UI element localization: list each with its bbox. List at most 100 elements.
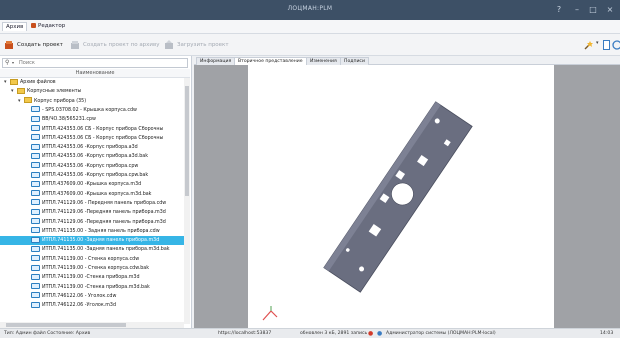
tree-item[interactable]: ИТПЛ.741135.00 -Задняя панель прибора.m3… <box>0 236 184 246</box>
tree-item[interactable]: ИТПЛ.424353.06 СБ - Корпус прибора Сборо… <box>0 134 184 143</box>
model-viewer[interactable] <box>194 65 620 328</box>
archive-tree-panel: ⚲ ▾ Наименование ▾Архив файлов▾Корпусные… <box>0 56 192 328</box>
file-icon <box>31 162 40 169</box>
tree-item[interactable]: ИТПЛ.741135.00 -Задняя панель прибора.m3… <box>0 245 184 254</box>
upload-project-button[interactable]: Загрузить проект <box>164 39 229 51</box>
file-icon <box>31 106 40 113</box>
file-icon <box>31 171 40 178</box>
tree-item-label: ИТПЛ.746122.06 -Уголок.m3d <box>42 303 117 309</box>
search-box: ⚲ ▾ <box>2 58 188 68</box>
file-icon <box>31 115 40 122</box>
tree-item-label: ИТПЛ.741129.06 -Передняя панель прибора.… <box>42 210 166 216</box>
scrollbar-thumb[interactable] <box>6 323 126 327</box>
file-icon <box>31 134 40 141</box>
axis-triad-icon <box>262 306 278 321</box>
status-user: Тип: Админ файл Состояние: Архив <box>4 331 91 336</box>
create-from-archive-button[interactable]: Создать проект по архиву <box>70 39 160 51</box>
tree-item[interactable]: ИТПЛ.746122.06 -Уголок.m3d <box>0 301 184 310</box>
file-icon <box>31 227 40 234</box>
tree-item[interactable]: ИТПЛ.437609.00 -Крышка корпуса.m3d <box>0 180 184 189</box>
file-icon <box>31 264 40 271</box>
tree-item-label: ВВ/ЧО.38/565231.cpw <box>42 117 96 123</box>
file-icon <box>31 255 40 262</box>
tree-item[interactable]: ВВ/ЧО.38/565231.cpw <box>0 115 184 124</box>
help-icon[interactable]: ? <box>552 3 566 17</box>
search-options-chevron-icon[interactable]: ▾ <box>12 59 14 67</box>
search-icon: ⚲ <box>5 59 10 66</box>
tab-info[interactable]: Информация <box>196 57 236 65</box>
status-server: https://localhost:53837 <box>218 331 272 336</box>
tree-column-header[interactable]: Наименование <box>0 69 190 78</box>
file-icon <box>31 190 40 197</box>
document-tabs: Информация Вторичное представление Измен… <box>194 56 620 65</box>
search-input[interactable] <box>19 59 179 67</box>
tree-item-label: Корпусные элементы <box>27 89 82 95</box>
tree-item-label: ИТПЛ.741135.00 -Задняя панель прибора.m3… <box>42 238 160 244</box>
tree-item-label: ИТПЛ.424353.06 СБ - Корпус прибора Сборо… <box>42 126 164 132</box>
archive-tree: ▾ Архив файлов ▾ Корпусные элементы ▾ Корпус … <box>0 78 184 324</box>
status-bar: Тип: Админ файл Состояние: Архив https:/… <box>0 328 620 338</box>
create-project-button[interactable]: Создать проект <box>4 39 63 51</box>
upload-icon <box>165 39 173 49</box>
tree-item[interactable]: ИТПЛ.424353.06 -Корпус прибора.a3d.bak <box>0 152 184 161</box>
menu-bar: Архив Редактор <box>0 20 620 34</box>
tree-item[interactable]: ИТПЛ.746122.06 - Уголок.cdw <box>0 292 184 301</box>
folder-icon <box>17 87 25 94</box>
file-icon <box>31 292 40 299</box>
title-bar: ЛОЦМАН:PLM ? – □ × <box>0 0 620 20</box>
folder-icon <box>24 97 32 104</box>
user-icon[interactable]: ● <box>377 330 382 338</box>
tree-folder[interactable]: ▾ Архив файлов <box>0 78 184 87</box>
tree-item[interactable]: ИТПЛ.741139.00 -Стенка прибора.m3d.bak <box>0 283 184 292</box>
file-icon <box>31 152 40 159</box>
alert-icon[interactable]: ● <box>368 330 373 338</box>
info-icon[interactable] <box>612 40 620 50</box>
file-icon <box>31 218 40 224</box>
editor-icon <box>31 23 36 28</box>
tree-item-label: ИТПЛ.424353.06 -Корпус прибора.a3d <box>42 145 138 151</box>
tree-vertical-scrollbar[interactable] <box>184 78 190 324</box>
tree-item[interactable]: ИТПЛ.741129.06 -Передняя панель прибора.… <box>0 218 184 227</box>
tree-item[interactable]: - SPS.03708.02 - Крышка корпуса.cdw <box>0 106 184 115</box>
tree-item-label: ИТПЛ.424353.06 -Корпус прибора.a3d.bak <box>42 154 148 160</box>
tab-changes[interactable]: Изменения <box>306 57 341 65</box>
tree-item[interactable]: ИТПЛ.741139.00 - Стенка корпуса.cdw.bak <box>0 264 184 273</box>
menu-archive[interactable]: Архив <box>2 22 28 31</box>
tree-item[interactable]: ИТПЛ.424353.06 СБ - Корпус прибора Сборо… <box>0 125 184 134</box>
tree-item-label: ИТПЛ.741129.06 - Передняя панель прибора… <box>42 200 167 206</box>
tab-signatures[interactable]: Подписи <box>340 57 369 65</box>
tree-item-label: ИТПЛ.424353.06 -Корпус прибора.cpw.bak <box>42 173 149 178</box>
wizard-icon[interactable] <box>584 40 594 50</box>
tree-item[interactable]: ИТПЛ.424353.06 -Корпус прибора.cpw <box>0 162 184 171</box>
tree-item-label: ИТПЛ.424353.06 -Корпус прибора.cpw <box>42 163 139 169</box>
status-size: обновлен 3 кБ, 2891 запись <box>300 331 368 336</box>
tab-secondary-view[interactable]: Вторичное представление <box>234 57 307 65</box>
file-icon <box>31 236 40 243</box>
menu-editor[interactable]: Редактор <box>28 22 68 30</box>
maximize-button[interactable]: □ <box>586 3 600 17</box>
tree-item-label: ИТПЛ.741139.00 - Стенка корпуса.cdw <box>42 256 140 262</box>
tree-item[interactable]: ИТПЛ.424353.06 -Корпус прибора.a3d <box>0 143 184 152</box>
tree-folder[interactable]: ▾ Корпусные элементы <box>0 87 184 96</box>
chevron-down-icon[interactable]: ▾ <box>596 40 599 46</box>
folder-icon <box>10 78 18 85</box>
document-icon[interactable] <box>603 40 610 50</box>
tree-item[interactable]: ИТПЛ.741129.06 -Передняя панель прибора.… <box>0 208 184 217</box>
tree-item[interactable]: ИТПЛ.424353.06 -Корпус прибора.cpw.bak <box>0 171 184 180</box>
tree-folder[interactable]: ▾ Корпус прибора (35) <box>0 97 184 106</box>
tree-item-label: ИТПЛ.741129.06 -Передняя панель прибора.… <box>42 219 166 225</box>
tree-item-label: ИТПЛ.437609.00 -Крышка корпуса.m3d.bak <box>42 191 152 197</box>
close-button[interactable]: × <box>603 3 617 17</box>
part-preview <box>262 101 473 321</box>
preview-canvas[interactable] <box>248 65 554 328</box>
tree-item[interactable]: ИТПЛ.741135.00 - Задняя панель прибора.c… <box>0 227 184 236</box>
tree-item[interactable]: ИТПЛ.437609.00 -Крышка корпуса.m3d.bak <box>0 190 184 199</box>
status-account: Администратор системы (ЛОЦМАН:PLM-local) <box>386 331 496 336</box>
window-title: ЛОЦМАН:PLM <box>287 5 333 12</box>
tree-item-label: ИТПЛ.741139.00 -Стенка прибора.m3d <box>42 275 140 281</box>
tree-item[interactable]: ИТПЛ.741139.00 -Стенка прибора.m3d <box>0 273 184 282</box>
scrollbar-thumb[interactable] <box>185 86 189 196</box>
tree-item[interactable]: ИТПЛ.741129.06 - Передняя панель прибора… <box>0 199 184 208</box>
tree-item[interactable]: ИТПЛ.741139.00 - Стенка корпуса.cdw <box>0 255 184 264</box>
minimize-button[interactable]: – <box>570 3 584 17</box>
